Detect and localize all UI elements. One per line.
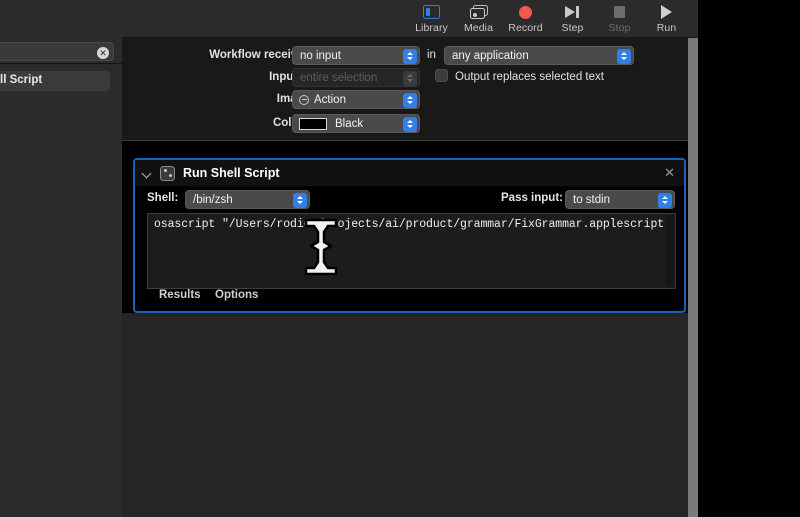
chevron-down-icon[interactable] — [142, 168, 152, 178]
shell-value: /bin/zsh — [193, 193, 233, 206]
script-scrollbar[interactable] — [665, 215, 674, 287]
action-header: Run Shell Script ✕ — [135, 160, 684, 186]
colour-dropdown[interactable]: Black — [292, 114, 420, 133]
toolbar-button-record[interactable]: Record — [502, 0, 549, 34]
toolbar: Library Media Record Step Stop Run — [122, 0, 698, 38]
pass-input-label: Pass input: — [501, 192, 563, 204]
output-replaces-label: Output replaces selected text — [455, 71, 604, 83]
application-value: any application — [452, 49, 529, 62]
tab-options[interactable]: Options — [215, 289, 258, 301]
colour-swatch — [299, 117, 327, 130]
shell-dropdown[interactable]: /bin/zsh — [185, 190, 310, 209]
toolbar-label-record: Record — [508, 22, 543, 34]
script-editor[interactable]: osascript "/Users/rodion/projects/ai/pro… — [147, 213, 676, 289]
in-label: in — [427, 49, 436, 61]
action-run-shell-script[interactable]: Run Shell Script ✕ Shell: /bin/zsh Pass … — [133, 158, 686, 313]
stop-icon — [614, 3, 625, 21]
clear-search-icon[interactable]: ✕ — [97, 46, 109, 59]
toolbar-button-stop[interactable]: Stop — [596, 0, 643, 34]
stepper-icon[interactable] — [403, 92, 417, 108]
image-dropdown[interactable]: Action — [292, 90, 420, 109]
library-search-strip: ✕ — [0, 38, 122, 64]
toolbar-label-media: Media — [463, 22, 494, 34]
shell-label: Shell: — [147, 192, 179, 204]
stepper-icon[interactable] — [617, 48, 631, 64]
run-icon — [661, 3, 672, 21]
output-replaces-checkbox[interactable] — [435, 69, 448, 82]
toolbar-button-media[interactable]: Media — [455, 0, 502, 34]
workflow-receives-label: Workflow receives — [209, 49, 310, 61]
workflow-canvas — [122, 313, 688, 517]
colour-value: Black — [335, 117, 364, 130]
stepper-icon[interactable] — [403, 116, 417, 132]
input-is-dropdown[interactable]: entire selection — [292, 68, 420, 87]
step-icon — [565, 3, 580, 21]
toolbar-items: Library Media Record Step Stop Run — [408, 0, 690, 34]
workflow-receives-dropdown[interactable]: no input — [292, 46, 420, 65]
library-item-label: ll Script — [0, 74, 43, 86]
media-icon — [469, 3, 488, 21]
library-pane: ✕ ll Script — [0, 0, 122, 517]
vertical-scrollbar[interactable] — [688, 38, 698, 517]
pass-input-dropdown[interactable]: to stdin — [565, 190, 675, 209]
circle-minus-icon — [299, 94, 309, 105]
workflow-receives-value: no input — [300, 49, 341, 62]
toolbar-button-step[interactable]: Step — [549, 0, 596, 34]
stepper-icon[interactable] — [293, 192, 307, 208]
library-icon — [423, 3, 440, 21]
close-icon[interactable]: ✕ — [664, 166, 675, 179]
action-title: Run Shell Script — [183, 166, 280, 180]
script-source: osascript "/Users/rodion/projects/ai/pro… — [154, 218, 671, 231]
toolbar-label-run: Run — [656, 22, 677, 34]
stepper-icon[interactable] — [403, 70, 417, 86]
application-dropdown[interactable]: any application — [444, 46, 634, 65]
library-item-run-shell-script[interactable]: ll Script — [0, 71, 110, 91]
stepper-icon[interactable] — [658, 192, 672, 208]
toolbar-label-stop: Stop — [608, 22, 631, 34]
script-content[interactable]: osascript "/Users/rodion/projects/ai/pro… — [154, 217, 673, 231]
tab-results[interactable]: Results — [159, 289, 201, 301]
toolbar-label-step: Step — [561, 22, 584, 34]
record-icon — [519, 3, 532, 21]
toolbar-button-run[interactable]: Run — [643, 0, 690, 34]
image-value: Action — [314, 93, 346, 106]
workflow-settings-pane: Workflow receives no input in any applic… — [122, 38, 698, 141]
stepper-icon[interactable] — [403, 48, 417, 64]
action-options-row: Shell: /bin/zsh Pass input: to stdin — [135, 186, 684, 212]
shell-script-icon — [160, 165, 175, 181]
automator-window: ✕ ll Script Library Media Record Step St… — [0, 0, 800, 517]
pass-input-value: to stdin — [573, 193, 611, 206]
toolbar-label-library: Library — [415, 22, 448, 34]
input-is-value: entire selection — [300, 71, 378, 84]
search-input[interactable]: ✕ — [0, 42, 114, 61]
toolbar-button-library[interactable]: Library — [408, 0, 455, 34]
